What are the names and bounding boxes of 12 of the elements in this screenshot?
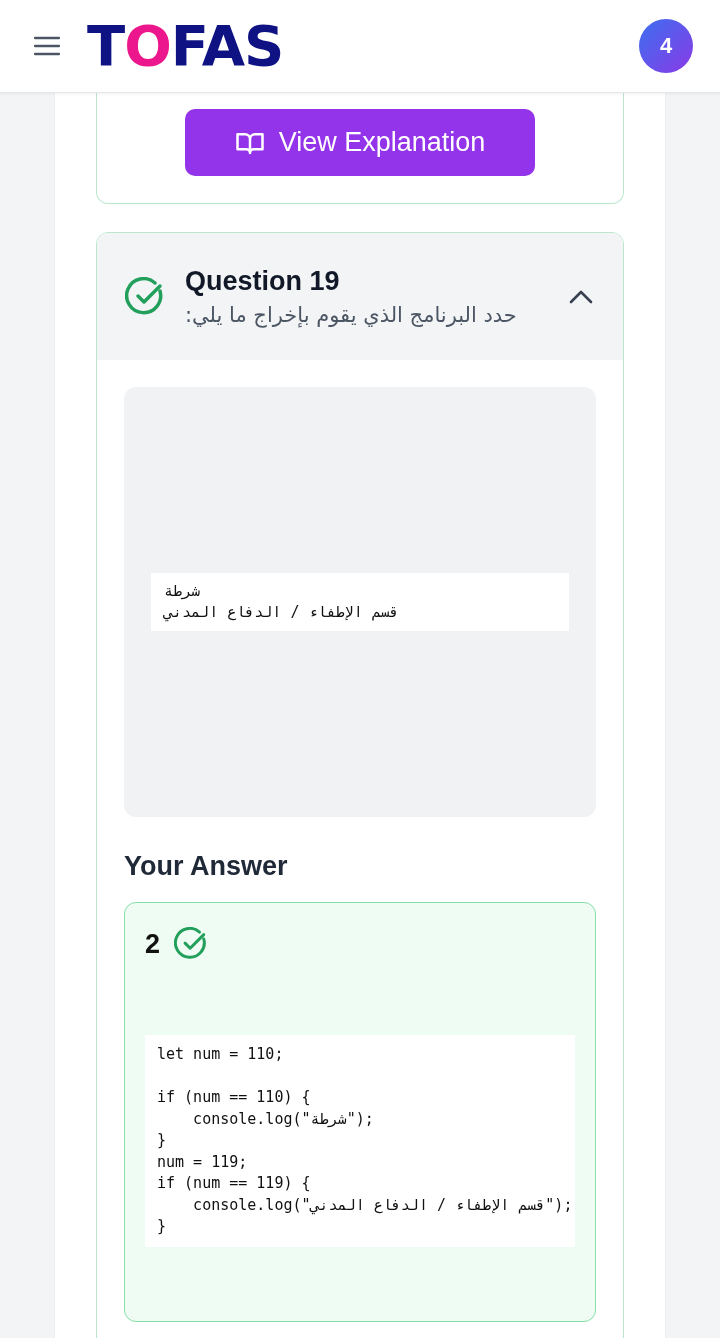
question-prompt: حدد البرنامج الذي يقوم بإخراج ما يلي: bbox=[185, 303, 517, 327]
output-text: شرطة قسم الإطفاء / الدفاع المدني bbox=[151, 573, 569, 631]
notification-badge[interactable]: 4 bbox=[639, 19, 693, 73]
question-title: Question 19 bbox=[185, 266, 340, 297]
view-explanation-button[interactable]: View Explanation bbox=[185, 109, 535, 176]
logo[interactable]: TOFAS bbox=[87, 18, 284, 74]
code-block: let num = 110; if (num == 110) { console.log("شرطة"); } num = 119; if (num == 119) { console.log("قسم الإطفاء / الدفاع المدني"); } bbox=[145, 1035, 575, 1247]
check-circle-icon bbox=[174, 927, 209, 961]
menu-icon[interactable] bbox=[34, 36, 60, 56]
answer-label: 2 bbox=[145, 928, 161, 960]
chevron-up-icon[interactable] bbox=[569, 289, 593, 304]
answer-heading: Your Answer bbox=[124, 851, 289, 882]
